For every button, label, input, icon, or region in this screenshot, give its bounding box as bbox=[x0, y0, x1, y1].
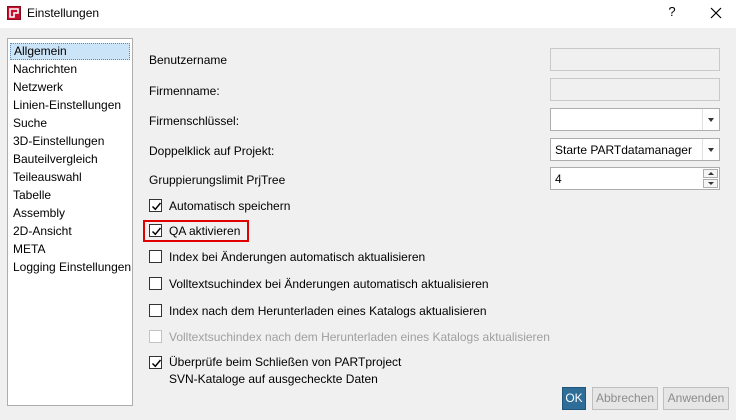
auto-save-label[interactable]: Automatisch speichern bbox=[169, 199, 290, 213]
qa-activate-checkbox[interactable] bbox=[149, 224, 162, 237]
cancel-button[interactable]: Abbrechen bbox=[592, 387, 658, 410]
index-auto-update-checkbox[interactable] bbox=[149, 250, 162, 263]
help-button[interactable]: ? bbox=[664, 4, 680, 22]
sidebar-item-linien-einstellungen[interactable]: Linien-Einstellungen bbox=[10, 97, 130, 114]
sidebar-item-bauteilvergleich[interactable]: Bauteilvergleich bbox=[10, 151, 130, 168]
sidebar-item-3d-einstellungen[interactable]: 3D-Einstellungen bbox=[10, 133, 130, 150]
index-after-download-checkbox[interactable] bbox=[149, 304, 162, 317]
sidebar-item-logging-einstellungen[interactable]: Logging Einstellungen bbox=[10, 259, 131, 276]
username-field[interactable] bbox=[550, 48, 720, 71]
fulltext-auto-update-checkbox[interactable] bbox=[149, 277, 162, 290]
grouping-limit-label: Gruppierungslimit PrjTree bbox=[149, 173, 286, 187]
index-after-download-label[interactable]: Index nach dem Herunterladen eines Katal… bbox=[169, 304, 487, 318]
chevron-down-icon[interactable] bbox=[702, 109, 719, 130]
ok-button[interactable]: OK bbox=[562, 387, 586, 410]
company-name-label: Firmenname: bbox=[149, 84, 220, 98]
grouping-limit-value: 4 bbox=[555, 172, 562, 186]
sidebar-item-netzwerk[interactable]: Netzwerk bbox=[10, 79, 130, 96]
checkmark-icon bbox=[151, 227, 162, 236]
svn-check-checkbox[interactable] bbox=[149, 356, 162, 369]
sidebar-item-nachrichten[interactable]: Nachrichten bbox=[10, 61, 130, 78]
username-label: Benutzername bbox=[149, 53, 228, 67]
window-title: Einstellungen bbox=[27, 6, 100, 20]
fulltext-auto-update-label[interactable]: Volltextsuchindex bei Änderungen automat… bbox=[169, 277, 489, 291]
fulltext-after-download-checkbox bbox=[149, 330, 162, 343]
doubleclick-dropdown[interactable]: Starte PARTdatamanager bbox=[550, 138, 720, 161]
checkmark-icon bbox=[151, 359, 162, 368]
close-icon[interactable] bbox=[704, 3, 728, 23]
checkmark-icon bbox=[151, 202, 162, 211]
apply-button[interactable]: Anwenden bbox=[663, 387, 729, 410]
index-auto-update-label[interactable]: Index bei Änderungen automatisch aktuali… bbox=[169, 250, 425, 264]
doubleclick-label: Doppelklick auf Projekt: bbox=[149, 144, 275, 158]
fulltext-after-download-label: Volltextsuchindex nach dem Herunterladen… bbox=[169, 330, 550, 344]
company-key-dropdown[interactable] bbox=[550, 108, 720, 131]
stepper-up-icon[interactable] bbox=[703, 169, 718, 178]
sidebar-item-teileauswahl[interactable]: Teileauswahl bbox=[10, 169, 130, 186]
company-name-field[interactable] bbox=[550, 78, 720, 101]
title-bar: Einstellungen ? bbox=[0, 0, 736, 28]
partsolutions-logo-icon bbox=[7, 6, 21, 20]
svn-check-label-line2[interactable]: SVN-Kataloge auf ausgecheckte Daten bbox=[169, 372, 378, 386]
sidebar-item-suche[interactable]: Suche bbox=[10, 115, 130, 132]
auto-save-checkbox[interactable] bbox=[149, 199, 162, 212]
grouping-limit-stepper[interactable]: 4 bbox=[550, 167, 720, 190]
sidebar-item-assembly[interactable]: Assembly bbox=[10, 205, 130, 222]
sidebar-item-meta[interactable]: META bbox=[10, 241, 130, 258]
stepper-down-icon[interactable] bbox=[703, 179, 718, 188]
doubleclick-value: Starte PARTdatamanager bbox=[555, 143, 692, 157]
stepper-buttons bbox=[703, 169, 718, 188]
qa-activate-label[interactable]: QA aktivieren bbox=[169, 224, 240, 238]
company-key-label: Firmenschlüssel: bbox=[149, 114, 240, 128]
chevron-down-icon[interactable] bbox=[702, 139, 719, 160]
sidebar-item-tabelle[interactable]: Tabelle bbox=[10, 187, 130, 204]
sidebar-item-allgemein[interactable]: Allgemein bbox=[10, 43, 130, 60]
settings-category-list[interactable]: Allgemein Nachrichten Netzwerk Linien-Ei… bbox=[7, 38, 133, 406]
svn-check-label-line1[interactable]: Überprüfe beim Schließen von PARTproject bbox=[169, 355, 401, 369]
sidebar-item-2d-ansicht[interactable]: 2D-Ansicht bbox=[10, 223, 130, 240]
